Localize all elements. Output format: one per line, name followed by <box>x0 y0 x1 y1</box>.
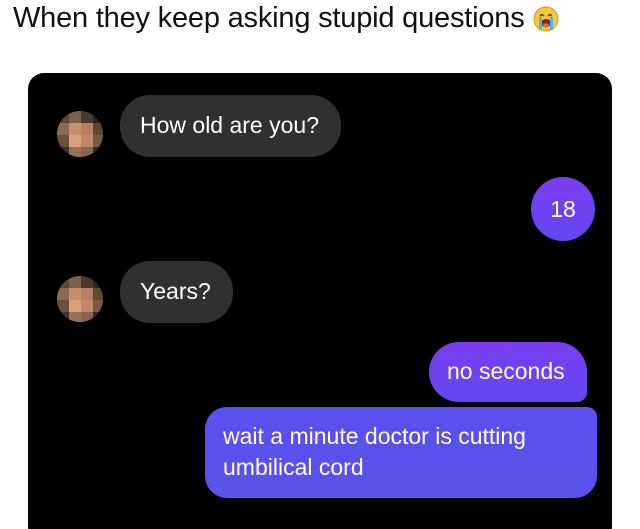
caption-text: When they keep asking stupid questions <box>13 2 525 34</box>
message-text: 18 <box>550 195 576 222</box>
blurred-avatar-icon <box>57 111 103 157</box>
loudly-crying-face-icon <box>533 6 559 32</box>
message-text: wait a minute doctor is cutting umbilica… <box>223 423 526 480</box>
outgoing-message[interactable]: no seconds <box>429 342 587 402</box>
meme-post: When they keep asking stupid questions H… <box>0 0 640 529</box>
incoming-message[interactable]: How old are you? <box>120 95 341 157</box>
outgoing-message[interactable]: wait a minute doctor is cutting umbilica… <box>205 407 597 498</box>
message-text: Years? <box>140 278 211 304</box>
blurred-avatar-icon <box>57 276 103 322</box>
outgoing-message[interactable]: 18 <box>531 177 595 241</box>
sender-avatar[interactable] <box>57 276 103 322</box>
chat-screenshot: How old are you? 18 Years? no seconds wa… <box>28 73 612 529</box>
message-text: How old are you? <box>140 112 319 138</box>
message-text: no seconds <box>447 358 565 384</box>
meme-caption: When they keep asking stupid questions <box>13 2 559 35</box>
incoming-message[interactable]: Years? <box>120 261 233 323</box>
sender-avatar[interactable] <box>57 111 103 157</box>
